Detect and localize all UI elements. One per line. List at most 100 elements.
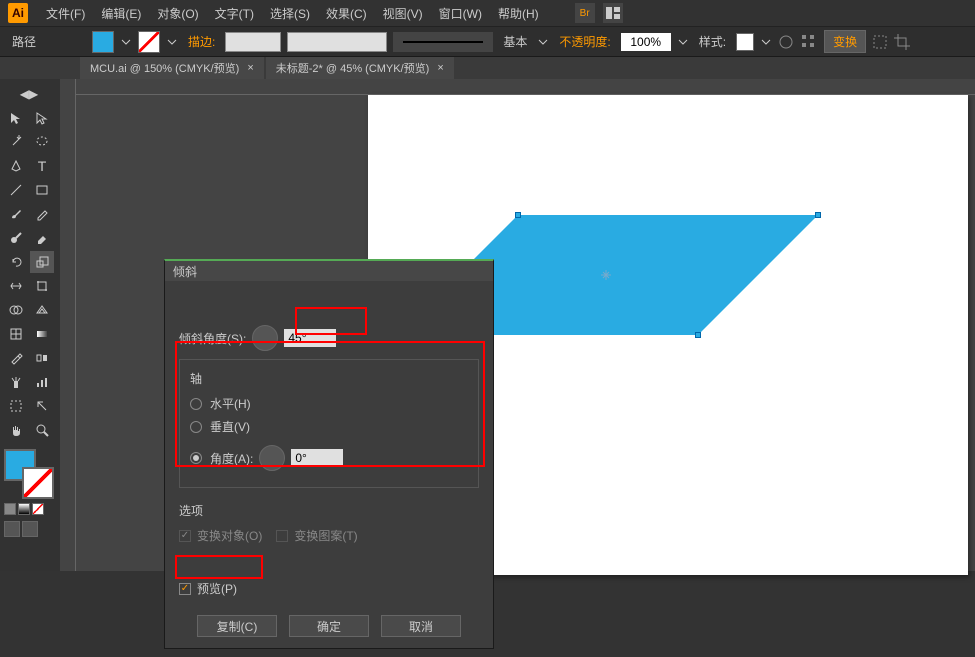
menu-help[interactable]: 帮助(H) bbox=[490, 5, 547, 22]
ok-button[interactable]: 确定 bbox=[289, 615, 369, 637]
magic-wand-tool[interactable] bbox=[4, 131, 28, 153]
scale-tool[interactable] bbox=[30, 251, 54, 273]
chk-transform-object: ✓ bbox=[179, 530, 191, 542]
paintbrush-tool[interactable] bbox=[4, 203, 28, 225]
recolor-icon[interactable] bbox=[778, 34, 794, 50]
screen-mode[interactable] bbox=[4, 521, 20, 537]
ruler-vertical bbox=[60, 79, 76, 571]
highlight-shear-input bbox=[295, 307, 367, 335]
options-legend: 选项 bbox=[179, 502, 479, 519]
brush-select[interactable] bbox=[287, 32, 387, 52]
fill-swatch[interactable] bbox=[92, 31, 114, 53]
stroke-color[interactable] bbox=[22, 467, 54, 499]
opacity-label[interactable]: 不透明度: bbox=[559, 33, 610, 50]
menu-view[interactable]: 视图(V) bbox=[375, 5, 431, 22]
ruler-horizontal bbox=[60, 79, 975, 95]
app-logo: Ai bbox=[8, 3, 28, 23]
arrange-icon[interactable] bbox=[603, 3, 623, 23]
copy-button[interactable]: 复制(C) bbox=[197, 615, 277, 637]
transform-pattern-label: 变换图案(T) bbox=[294, 527, 357, 544]
path-label: 路径 bbox=[12, 33, 36, 50]
tab-toggle-icon[interactable]: ◀▶ bbox=[4, 83, 54, 105]
transform-object-label: 变换对象(O) bbox=[197, 527, 262, 544]
isolate-icon[interactable] bbox=[872, 34, 888, 50]
stroke-swatch[interactable] bbox=[138, 31, 160, 53]
perspective-tool[interactable] bbox=[30, 299, 54, 321]
stroke-label[interactable]: 描边: bbox=[188, 33, 215, 50]
transform-button[interactable]: 变换 bbox=[824, 30, 866, 53]
chevron-down-icon[interactable] bbox=[760, 36, 772, 48]
selection-tool[interactable] bbox=[4, 107, 28, 129]
line-style-select[interactable] bbox=[393, 32, 493, 52]
rectangle-tool[interactable] bbox=[30, 179, 54, 201]
eyedropper-tool[interactable] bbox=[4, 347, 28, 369]
menu-select[interactable]: 选择(S) bbox=[262, 5, 318, 22]
menu-edit[interactable]: 编辑(E) bbox=[93, 5, 149, 22]
symbol-sprayer-tool[interactable] bbox=[4, 371, 28, 393]
menubar: Ai 文件(F) 编辑(E) 对象(O) 文字(T) 选择(S) 效果(C) 视… bbox=[0, 0, 975, 27]
none-mode[interactable] bbox=[32, 503, 44, 515]
menu-window[interactable]: 窗口(W) bbox=[431, 5, 490, 22]
menu-effect[interactable]: 效果(C) bbox=[318, 5, 375, 22]
blend-tool[interactable] bbox=[30, 347, 54, 369]
close-icon[interactable]: × bbox=[247, 62, 253, 74]
line-tool[interactable] bbox=[4, 179, 28, 201]
slice-tool[interactable] bbox=[30, 395, 54, 417]
graph-tool[interactable] bbox=[30, 371, 54, 393]
canvas[interactable]: 倾斜 倾斜角度(S): 轴 水平(H) 垂直(V) 角度(A): bbox=[60, 79, 975, 571]
opacity-input[interactable]: 100% bbox=[621, 33, 671, 51]
preview-label: 预览(P) bbox=[197, 580, 237, 597]
gradient-mode[interactable] bbox=[18, 503, 30, 515]
highlight-preview bbox=[175, 555, 263, 579]
artboard-tool[interactable] bbox=[4, 395, 28, 417]
gradient-tool[interactable] bbox=[30, 323, 54, 345]
zoom-tool[interactable] bbox=[30, 419, 54, 441]
chk-preview[interactable]: ✓ bbox=[179, 583, 191, 595]
close-icon[interactable]: × bbox=[437, 62, 443, 74]
tab-label: MCU.ai @ 150% (CMYK/预览) bbox=[90, 60, 239, 76]
chevron-down-icon[interactable] bbox=[677, 36, 689, 48]
rotate-tool[interactable] bbox=[4, 251, 28, 273]
chk-transform-pattern bbox=[276, 530, 288, 542]
tab-untitled[interactable]: 未标题-2* @ 45% (CMYK/预览) × bbox=[266, 57, 454, 79]
pen-tool[interactable] bbox=[4, 155, 28, 177]
menu-type[interactable]: 文字(T) bbox=[207, 5, 262, 22]
stroke-width-input[interactable] bbox=[225, 32, 281, 52]
color-mode[interactable] bbox=[4, 503, 16, 515]
selection-handle[interactable] bbox=[515, 212, 521, 218]
direct-selection-tool[interactable] bbox=[30, 107, 54, 129]
eraser-tool[interactable] bbox=[30, 227, 54, 249]
free-transform-tool[interactable] bbox=[30, 275, 54, 297]
shape-builder-tool[interactable] bbox=[4, 299, 28, 321]
chevron-down-icon[interactable] bbox=[537, 36, 549, 48]
cancel-button[interactable]: 取消 bbox=[381, 615, 461, 637]
selected-shape[interactable] bbox=[458, 215, 758, 335]
chevron-down-icon[interactable] bbox=[166, 36, 178, 48]
shear-dialog: 倾斜 倾斜角度(S): 轴 水平(H) 垂直(V) 角度(A): bbox=[164, 259, 494, 649]
tab-label: 未标题-2* @ 45% (CMYK/预览) bbox=[276, 60, 430, 76]
chevron-down-icon[interactable] bbox=[120, 36, 132, 48]
mesh-tool[interactable] bbox=[4, 323, 28, 345]
align-icon[interactable] bbox=[800, 33, 818, 51]
bridge-icon[interactable]: Br bbox=[575, 3, 595, 23]
hand-tool[interactable] bbox=[4, 419, 28, 441]
line-style-label: 基本 bbox=[503, 33, 527, 50]
menu-object[interactable]: 对象(O) bbox=[149, 5, 206, 22]
control-bar: 路径 描边: 基本 不透明度: 100% 样式: 变换 bbox=[0, 27, 975, 57]
width-tool[interactable] bbox=[4, 275, 28, 297]
blob-brush-tool[interactable] bbox=[4, 227, 28, 249]
pencil-tool[interactable] bbox=[30, 203, 54, 225]
type-tool[interactable]: T bbox=[30, 155, 54, 177]
dialog-title: 倾斜 bbox=[165, 261, 493, 281]
selection-handle[interactable] bbox=[695, 332, 701, 338]
toolbox: ◀▶ T bbox=[0, 79, 60, 571]
selection-handle[interactable] bbox=[815, 212, 821, 218]
highlight-axis bbox=[175, 341, 485, 467]
style-swatch[interactable] bbox=[736, 33, 754, 51]
fill-stroke-swatches[interactable] bbox=[4, 449, 54, 499]
screen-mode-2[interactable] bbox=[22, 521, 38, 537]
crop-icon[interactable] bbox=[894, 34, 910, 50]
menu-file[interactable]: 文件(F) bbox=[38, 5, 93, 22]
tab-mcu[interactable]: MCU.ai @ 150% (CMYK/预览) × bbox=[80, 57, 264, 79]
lasso-tool[interactable] bbox=[30, 131, 54, 153]
